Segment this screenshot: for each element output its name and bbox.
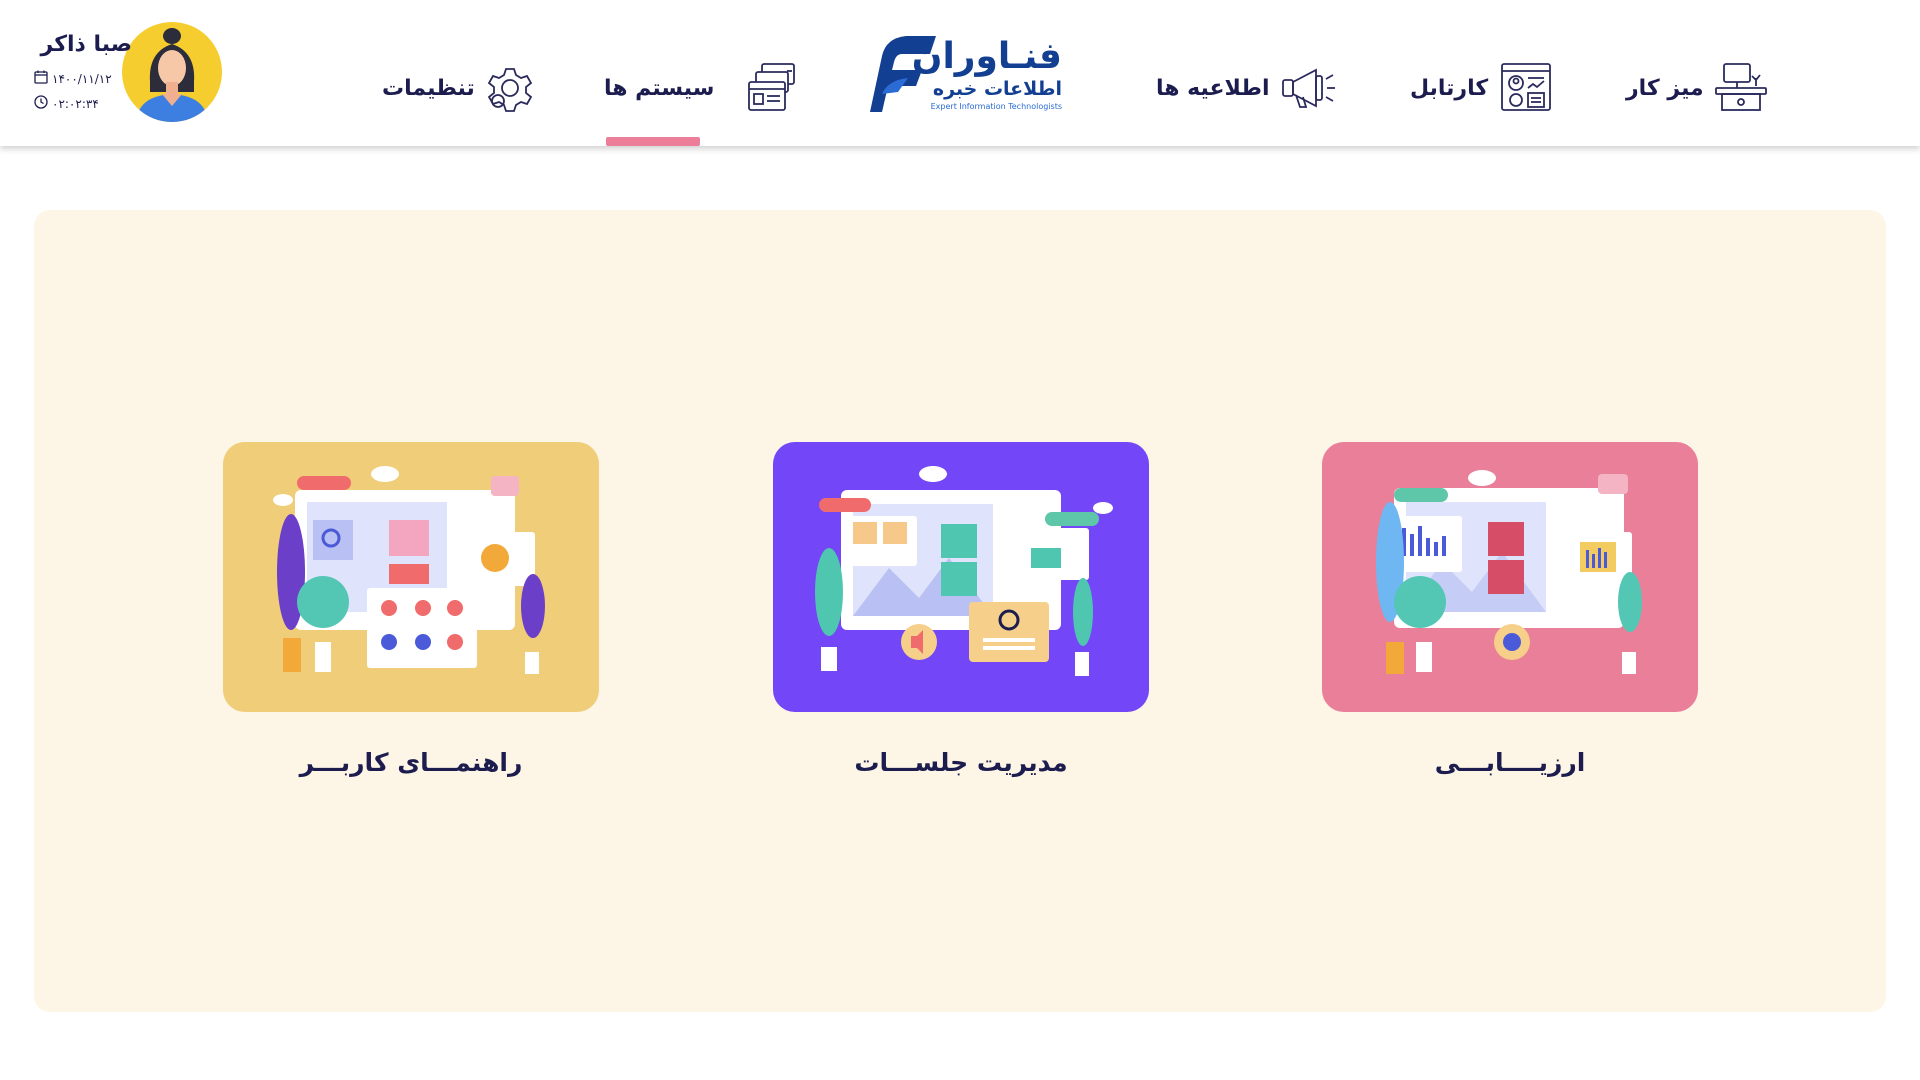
nav-announcements-label: اطلاعیه ها <box>1156 75 1270 101</box>
user-profile[interactable]: صبا ذاکر ۱۴۰۰/۱۱/۱۲ ۰۲:۰۲:۳۴ <box>30 22 230 132</box>
clock-icon <box>34 95 48 112</box>
card-meeting-management[interactable] <box>773 442 1149 712</box>
nav-settings-label: تنظیمات <box>382 75 475 101</box>
card-user-guide[interactable] <box>223 442 599 712</box>
card-user-guide-label[interactable]: راهنمـــای کاربـــر <box>223 748 599 777</box>
user-guide-illustration <box>223 442 599 712</box>
user-date: ۱۴۰۰/۱۱/۱۲ <box>34 70 112 87</box>
logo-title: فنـاوران <box>911 36 1062 77</box>
time-value: ۰۲:۰۲:۳۴ <box>52 96 99 111</box>
nav-settings[interactable]: تنظیمات <box>382 52 535 124</box>
nav-desk-label: میز کار <box>1626 75 1704 101</box>
user-time: ۰۲:۰۲:۳۴ <box>34 95 99 112</box>
stacked-windows-icon <box>746 62 798 114</box>
nav-announcements[interactable]: اطلاعیه ها <box>1156 52 1338 124</box>
meeting-illustration <box>773 442 1149 712</box>
user-name: صبا ذاکر <box>40 32 132 57</box>
nav-systems-label: سیستم ها <box>604 75 715 101</box>
card-evaluation-label[interactable]: ارزیــــابـــی <box>1322 748 1698 777</box>
nav-cartable-label: کارتابل <box>1410 75 1489 101</box>
nav-desk[interactable]: میز کار <box>1626 52 1768 124</box>
logo-english-text: Expert Information Technologists <box>930 102 1062 111</box>
company-logo[interactable]: فنـاوران اطلاعات خبره Expert Information… <box>858 30 1064 116</box>
top-header: میز کار کارتابل اطلاعیه ها فنـاوران اطلا… <box>0 0 1920 146</box>
megaphone-icon <box>1280 62 1338 114</box>
nav-systems[interactable]: سیستم ها <box>604 52 798 124</box>
date-value: ۱۴۰۰/۱۱/۱۲ <box>52 71 112 86</box>
evaluation-illustration <box>1322 442 1698 712</box>
calendar-icon <box>34 70 48 87</box>
gear-icon <box>485 63 535 113</box>
logo-subtitle: اطلاعات خبره <box>932 78 1062 100</box>
card-meeting-management-label[interactable]: مدیریت جلســـات <box>773 748 1149 777</box>
nav-cartable[interactable]: کارتابل <box>1410 52 1554 124</box>
avatar[interactable] <box>122 22 222 122</box>
dashboard-document-icon <box>1498 62 1554 114</box>
active-tab-indicator <box>606 137 700 146</box>
card-evaluation[interactable] <box>1322 442 1698 712</box>
desk-computer-icon <box>1714 62 1768 114</box>
